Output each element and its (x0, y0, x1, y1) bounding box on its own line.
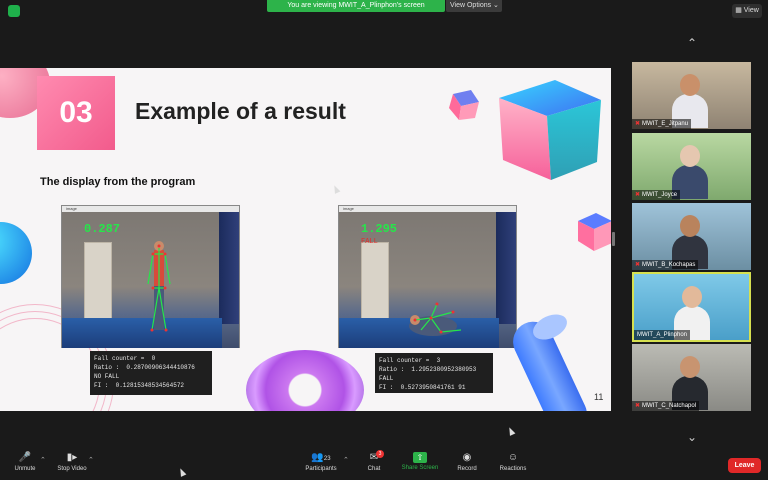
record-icon: ◉ (462, 452, 472, 463)
camera-frame: 0.287 (62, 212, 239, 348)
participant-tile-active-speaker[interactable]: MWIT_A_Plinphon (632, 272, 751, 342)
console-line: FALL (379, 375, 394, 382)
participant-name: MWIT_Joyce (642, 192, 678, 198)
participant-head (680, 215, 700, 237)
record-label: Record (457, 466, 477, 472)
slide-page-number: 11 (594, 392, 604, 402)
console-line: FI : 0.12815348534564572 (94, 382, 185, 389)
mouse-cursor-icon (331, 184, 341, 194)
participant-name: MWIT_C_Natchapol (642, 403, 697, 409)
participant-head (682, 286, 702, 308)
slide-scroll-handle[interactable] (612, 232, 615, 246)
slide-number-box: 03 (37, 76, 115, 150)
mic-muted-icon: ✖ (635, 192, 641, 198)
meeting-toolbar: 🎤 Unmute ⌃ ▮▸ Stop Video ⌃ 👥23 Participa… (0, 450, 768, 480)
decorative-tiny-cube (578, 213, 611, 251)
mic-muted-icon: ✖ (635, 262, 641, 268)
mic-muted-icon: ✖ (635, 403, 641, 409)
door (84, 242, 112, 320)
pose-skeleton-fallen (409, 302, 462, 336)
participants-options-caret-icon[interactable]: ⌃ (343, 456, 349, 464)
decorative-blue-sphere (0, 222, 32, 284)
participant-head (680, 356, 700, 378)
participant-tile[interactable]: ✖ MWIT_E_Jitpanu (632, 62, 751, 129)
zoom-meeting-window: You are viewing MWIT_A_Plinphon's screen… (0, 0, 768, 480)
participant-head (680, 74, 700, 96)
console-line: Fall counter = 0 (94, 355, 156, 362)
view-button[interactable]: ▦ View (732, 4, 762, 18)
decorative-cube (499, 80, 601, 180)
pose-skeleton-standing (147, 241, 171, 332)
participants-label: Participants (305, 466, 337, 472)
participant-name-tag: ✖ MWIT_B_Kochapas (632, 260, 699, 270)
participant-name: MWIT_A_Plinphon (637, 332, 688, 338)
share-screen-icon: ⇧ (413, 452, 427, 463)
mouse-cursor-icon (506, 426, 516, 436)
ratio-overlay: 1.295 (361, 222, 398, 236)
share-screen-label: Share Screen (401, 465, 439, 471)
chat-unread-badge: 3 (376, 450, 384, 458)
bed (62, 318, 222, 348)
share-screen-button[interactable]: ⇧ Share Screen (398, 452, 442, 471)
camera-frame: 1.295 FALL (339, 212, 516, 348)
console-output-no-fall: Fall counter = 0 Ratio : 0.2870090634441… (90, 351, 212, 395)
console-line: Fall counter = 3 (379, 357, 441, 364)
participant-name: MWIT_E_Jitpanu (642, 121, 689, 127)
view-options-button[interactable]: View Options ⌄ (446, 0, 502, 12)
participant-name-tag: ✖ MWIT_E_Jitpanu (632, 119, 692, 129)
unmute-label: Unmute (14, 466, 36, 472)
reactions-button[interactable]: ☺ Reactions (496, 452, 530, 472)
grid-icon: ▦ (735, 7, 744, 14)
participants-button[interactable]: 👥23 Participants (300, 452, 342, 472)
stop-video-button[interactable]: ▮▸ Stop Video (52, 452, 92, 472)
curtain (496, 212, 516, 324)
view-button-label: View (743, 7, 759, 14)
top-bar: You are viewing MWIT_A_Plinphon's screen… (0, 0, 768, 22)
fall-status-overlay: FALL (361, 238, 378, 246)
mouse-cursor-icon (177, 467, 187, 477)
participant-tile[interactable]: ✖ MWIT_B_Kochapas (632, 203, 751, 270)
record-button[interactable]: ◉ Record (454, 452, 480, 472)
console-line: Ratio : 0.28700906344410876 (94, 364, 195, 371)
stop-video-label: Stop Video (57, 466, 87, 472)
reactions-smiley-icon: ☺ (507, 452, 519, 463)
console-line: Ratio : 1.2952380952380953 (379, 366, 477, 373)
ratio-overlay: 0.287 (84, 222, 121, 236)
participant-name-tag: MWIT_A_Plinphon (634, 330, 691, 340)
slide-subtitle: The display from the program (40, 176, 196, 188)
console-output-fall: Fall counter = 3 Ratio : 1.2952380952380… (375, 353, 493, 393)
unmute-button[interactable]: 🎤 Unmute (8, 452, 42, 472)
mic-muted-icon: ✖ (635, 121, 641, 127)
leave-button[interactable]: Leave (728, 458, 761, 473)
reactions-label: Reactions (499, 466, 527, 472)
decorative-purple-torus (246, 350, 364, 411)
door (361, 242, 389, 320)
shared-slide: 03 Example of a result The display from … (0, 68, 611, 411)
participant-tile[interactable]: ✖ MWIT_Joyce (632, 133, 751, 200)
decorative-small-cube (449, 90, 479, 120)
participant-name: MWIT_B_Kochapas (642, 262, 696, 268)
participants-icon: 👥23 (311, 452, 331, 463)
screen-share-banner: You are viewing MWIT_A_Plinphon's screen (267, 0, 445, 12)
curtain (219, 212, 239, 324)
console-line: NO FALL (94, 373, 120, 380)
chevron-down-icon[interactable]: ⌄ (682, 431, 702, 443)
participant-tile[interactable]: ✖ MWIT_C_Natchapol (632, 344, 751, 411)
video-options-caret-icon[interactable]: ⌃ (88, 456, 94, 464)
participant-name-tag: ✖ MWIT_C_Natchapol (632, 401, 700, 411)
console-line: FI : 0.5273950841761 91 (379, 384, 466, 391)
chevron-up-icon[interactable]: ⌃ (682, 37, 702, 49)
participants-count: 23 (323, 456, 331, 462)
security-shield-icon[interactable] (8, 5, 20, 17)
program-window-no-fall: image 0.287 (61, 205, 240, 348)
audio-options-caret-icon[interactable]: ⌃ (40, 456, 46, 464)
video-camera-icon: ▮▸ (66, 452, 78, 463)
chat-label: Chat (367, 466, 381, 472)
participant-head (680, 145, 700, 167)
participant-name-tag: ✖ MWIT_Joyce (632, 190, 681, 200)
program-window-fall: image 1.295 FALL (338, 205, 517, 348)
microphone-muted-icon: 🎤 (18, 452, 32, 463)
slide-title: Example of a result (135, 98, 346, 124)
